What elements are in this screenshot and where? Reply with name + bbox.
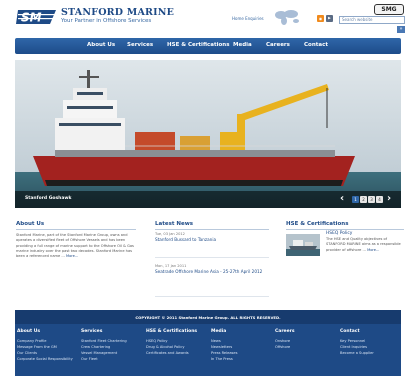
search-input[interactable]: Search website [339,16,405,24]
hse-item-title[interactable]: HSEQ Policy [326,231,352,236]
main-nav: About Us Services HSE & Certifications M… [15,38,401,54]
hse-title: HSE & Certifications [286,221,349,227]
about-title: About Us [16,221,45,227]
news-item-title[interactable]: Stanford Bussard to Tanzania [155,237,265,243]
rss-icon[interactable]: ◉ [317,15,324,22]
search-button[interactable]: » [397,26,405,33]
nav-contact[interactable]: Contact [304,42,328,48]
footer-link[interactable]: Our Fleet [81,356,127,362]
hse-thumbnail[interactable] [286,234,320,256]
news-separator [155,257,269,258]
footer-copyright-bar: COPYRIGHT © 2011 Stanford Marine Group. … [15,310,401,324]
footer-col-about: About Us Company Profile Message From th… [17,329,73,362]
footer-link[interactable]: Corporate Social Responsibility [17,356,73,362]
footer-heading[interactable]: Contact [340,329,374,334]
footer-heading[interactable]: Media [211,329,238,334]
copyright-text: COPYRIGHT © 2011 Stanford Marine Group. … [135,315,281,320]
footer-col-careers: Careers Onshore Offshore [275,329,295,350]
news-date: Tue, 03 Jan 2012 [155,232,185,236]
header-links[interactable]: Home Enquiries [232,16,264,21]
slide-page-1[interactable]: 1 [352,196,359,203]
hse-more-link[interactable]: More... [367,248,379,252]
footer-heading[interactable]: About Us [17,329,73,334]
nav-careers[interactable]: Careers [266,42,290,48]
slide-prev-icon[interactable]: ‹ [340,193,344,204]
slide-page-2[interactable]: 2 [360,196,367,203]
news-separator [155,296,269,297]
footer-col-services: Services Stanford Fleet Chartering Crew … [81,329,127,362]
slide-page-4[interactable]: 4 [376,196,383,203]
about-text: Stanford Marine, part of the Stanford Ma… [16,233,136,259]
footer-col-media: Media News Newsletters Press Releases In… [211,329,238,362]
about-more-link[interactable]: More... [66,254,78,258]
footer-heading[interactable]: HSE & Certifications [146,329,197,334]
nav-services[interactable]: Services [127,42,153,48]
hero-caption-bar: Stanford Goshawk ‹ 1 2 3 4 › [15,191,401,208]
footer-link[interactable]: Become a Supplier [340,350,374,356]
video-icon[interactable]: ▶ [326,15,333,22]
about-divider [16,229,136,230]
hero-ship-image [15,60,401,208]
footer-link[interactable]: Offshore [275,344,295,350]
hse-divider [286,229,404,230]
hero-caption: Stanford Goshawk [25,196,72,201]
brand-name: STANFORD MARINE [61,7,175,18]
footer-col-contact: Contact Key Personnel Client Inquiries B… [340,329,374,356]
hse-text: The HSE and Quality objectives of STANFO… [326,237,404,253]
footer-link[interactable]: Certificates and Awards [146,350,197,356]
news-divider [155,229,269,230]
nav-hse-certifications[interactable]: HSE & Certifications [167,42,229,48]
news-title: Latest News [155,221,194,227]
group-logo[interactable]: SMG [374,4,404,15]
slide-next-icon[interactable]: › [387,193,391,204]
hero-slideshow[interactable]: Stanford Goshawk ‹ 1 2 3 4 › [15,60,401,208]
news-item-title[interactable]: Seatrade Offshore Marine Asia - 25-27th … [155,269,265,275]
footer-heading[interactable]: Services [81,329,127,334]
stanford-marine-logo[interactable]: SM [16,8,58,26]
footer-heading[interactable]: Careers [275,329,295,334]
hse-ship-image [286,234,320,256]
nav-about-us[interactable]: About Us [87,42,115,48]
site-footer: COPYRIGHT © 2011 Stanford Marine Group. … [15,310,401,376]
hse-body: The HSE and Quality objectives of STANFO… [326,237,401,252]
world-map-icon [275,10,299,25]
brand-tagline: Your Partner in Offshore Services [61,18,152,24]
footer-link[interactable]: In The Press [211,356,238,362]
slide-page-3[interactable]: 3 [368,196,375,203]
site-header: SM STANFORD MARINE Your Partner in Offsh… [0,0,414,36]
svg-text:SM: SM [21,11,42,25]
news-date: Mon, 17 Jan 2011 [155,264,187,268]
nav-media[interactable]: Media [233,42,252,48]
footer-col-hse: HSE & Certifications HSEQ Policy Drug & … [146,329,197,356]
